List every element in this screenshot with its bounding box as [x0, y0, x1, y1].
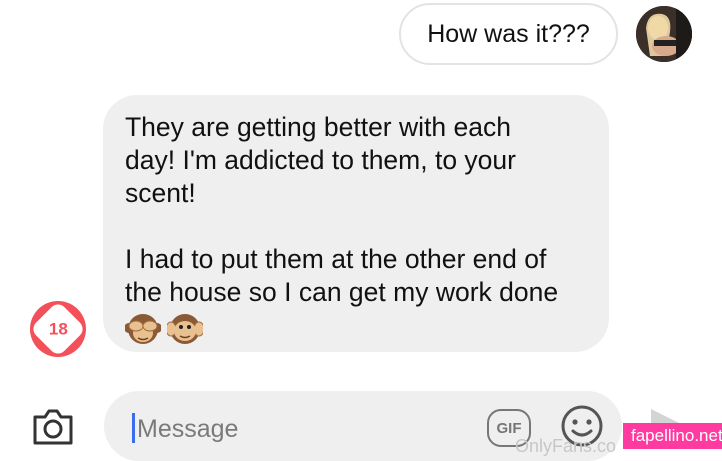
see-no-evil-monkey-icon — [125, 314, 161, 344]
camera-icon[interactable] — [31, 407, 75, 447]
incoming-message-paragraph: They are getting better with each day! I… — [125, 112, 516, 208]
avatar[interactable] — [636, 6, 692, 62]
outgoing-message-text: How was it??? — [427, 19, 590, 48]
outgoing-message-bubble: How was it??? — [399, 3, 618, 65]
badge-label: 18 — [48, 318, 68, 338]
text-caret — [132, 413, 135, 443]
age-restriction-badge: 18 — [29, 300, 87, 358]
incoming-message-bubble: They are getting better with each day! I… — [103, 95, 609, 352]
incoming-message-paragraph: I had to put them at the other end of th… — [125, 244, 559, 307]
gif-label: GIF — [496, 419, 522, 437]
message-input[interactable] — [137, 410, 457, 448]
onlyfans-watermark: OnlyFans.co — [515, 436, 617, 456]
site-watermark: fapellino.net — [623, 423, 722, 449]
hear-no-evil-monkey-icon — [167, 314, 203, 344]
emoji-row — [125, 311, 587, 345]
avatar-image — [636, 6, 692, 62]
